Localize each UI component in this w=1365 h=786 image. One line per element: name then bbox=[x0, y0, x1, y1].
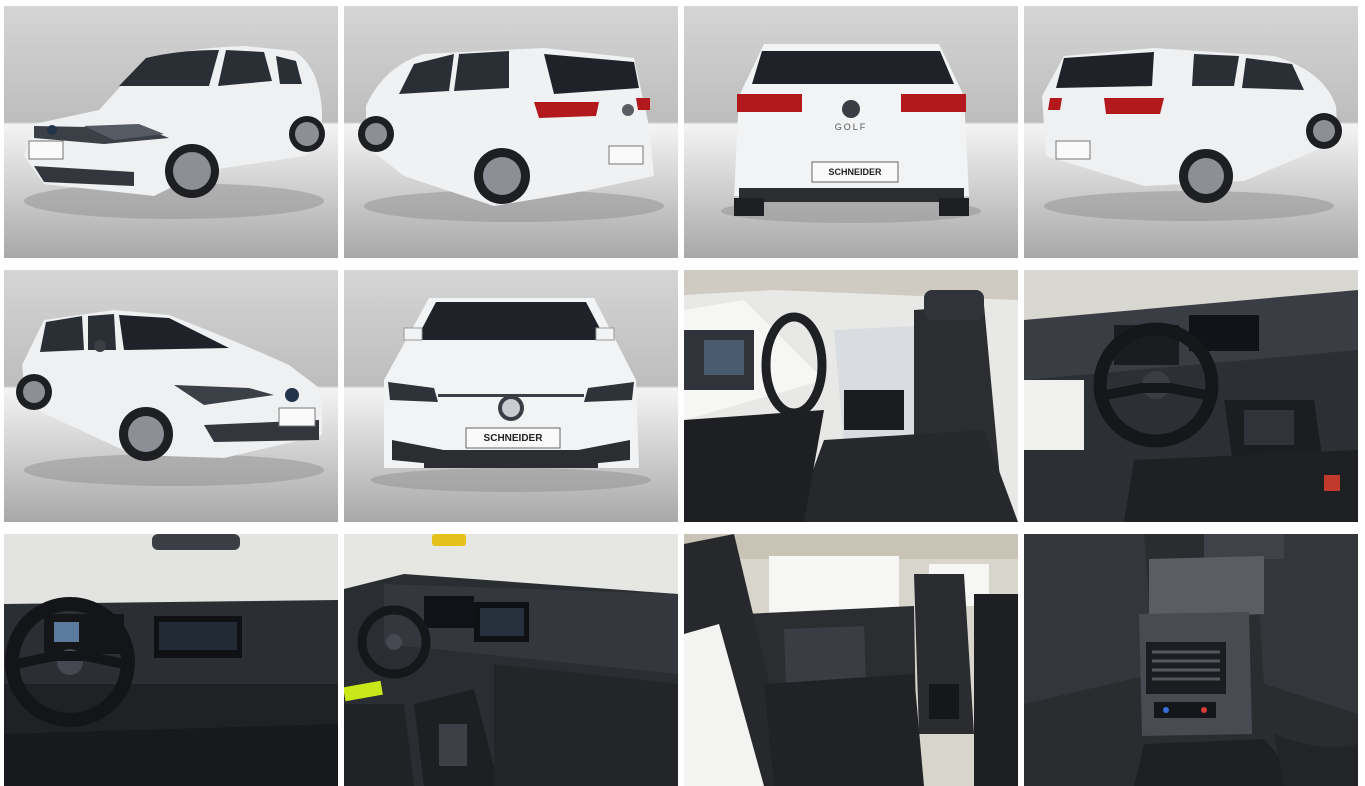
photo-front-exterior[interactable]: SCHNEIDER bbox=[344, 270, 678, 522]
photo-dashboard-passenger-side[interactable] bbox=[344, 534, 678, 786]
car-front-right-image bbox=[4, 270, 338, 522]
golf-badge: GOLF bbox=[835, 122, 868, 132]
car-front-left-image bbox=[4, 6, 338, 258]
photo-driver-seat-interior[interactable] bbox=[684, 270, 1018, 522]
photo-front-left-exterior[interactable] bbox=[4, 6, 338, 258]
cockpit-image bbox=[1024, 270, 1358, 522]
driver-seat-image bbox=[684, 270, 1018, 522]
car-front-image: SCHNEIDER bbox=[344, 270, 678, 522]
photo-cockpit-steering-wheel[interactable] bbox=[1024, 270, 1358, 522]
dealer-plate: SCHNEIDER bbox=[484, 433, 544, 444]
photo-gallery: GOLF SCHNEIDER SCHNEIDER bbox=[0, 0, 1365, 786]
dashboard-passenger-image bbox=[344, 534, 678, 786]
photo-front-right-exterior[interactable] bbox=[4, 270, 338, 522]
dashboard-image bbox=[4, 534, 338, 786]
rear-console-image bbox=[1024, 534, 1358, 786]
car-rear-left-image bbox=[344, 6, 678, 258]
photo-rear-center-console[interactable] bbox=[1024, 534, 1358, 786]
photo-rear-seats[interactable] bbox=[684, 534, 1018, 786]
photo-dashboard[interactable] bbox=[4, 534, 338, 786]
photo-rear-left-exterior[interactable] bbox=[344, 6, 678, 258]
car-rear-right-image bbox=[1024, 6, 1358, 258]
photo-rear-right-exterior[interactable] bbox=[1024, 6, 1358, 258]
photo-rear-exterior[interactable]: GOLF SCHNEIDER bbox=[684, 6, 1018, 258]
rear-seats-image bbox=[684, 534, 1018, 786]
dealer-plate: SCHNEIDER bbox=[828, 167, 882, 177]
car-rear-image: GOLF SCHNEIDER bbox=[684, 6, 1018, 258]
